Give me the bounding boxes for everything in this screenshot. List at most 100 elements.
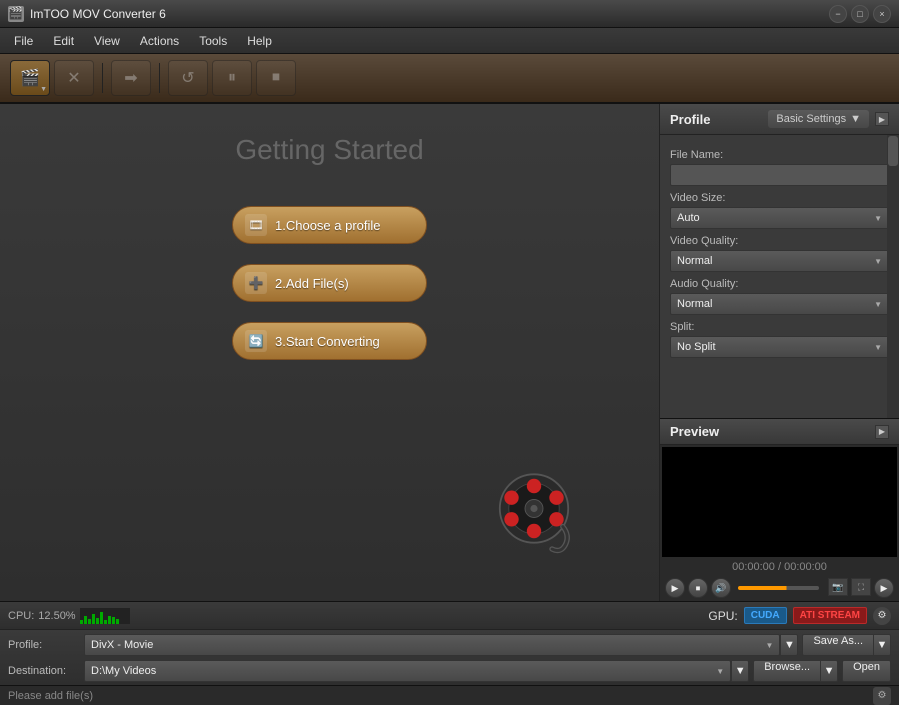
preview-time: 00:00:00 / 00:00:00: [660, 559, 899, 575]
restore-button[interactable]: □: [851, 5, 869, 23]
gpu-settings-button[interactable]: ⚙: [873, 607, 891, 625]
cpu-bar: [104, 620, 107, 624]
video-quality-arrow: ▼: [874, 257, 882, 266]
preview-panel: Preview ▶ 00:00:00 / 00:00:00 ▶ ⏹ 🔊 📷 ⛶ …: [660, 418, 899, 601]
file-name-input[interactable]: [670, 164, 889, 186]
right-panel: Profile Basic Settings ▼ ▶ File Name: Vi…: [659, 104, 899, 601]
menu-tools[interactable]: Tools: [189, 30, 237, 52]
stop-button[interactable]: ⏹: [256, 60, 296, 96]
audio-quality-value: Normal: [677, 298, 712, 310]
footer-settings-icon[interactable]: ⚙: [873, 687, 891, 705]
video-size-select[interactable]: Auto ▼: [670, 207, 889, 229]
browse-arrow-button[interactable]: ▼: [820, 660, 838, 682]
volume-button[interactable]: 🔊: [711, 578, 731, 598]
preview-screen: [662, 447, 897, 557]
audio-quality-label: Audio Quality:: [670, 278, 889, 290]
video-quality-value: Normal: [677, 255, 712, 267]
menu-view[interactable]: View: [84, 30, 130, 52]
add-files-button[interactable]: ➕ 2.Add File(s): [232, 264, 427, 302]
panel-scroll-up[interactable]: ▶: [875, 112, 889, 126]
menu-help[interactable]: Help: [237, 30, 282, 52]
fullscreen-button[interactable]: ⛶: [851, 578, 871, 596]
cpu-bar: [96, 618, 99, 624]
file-name-label: File Name:: [670, 149, 889, 161]
video-quality-select[interactable]: Normal ▼: [670, 250, 889, 272]
cpu-graph: [80, 608, 130, 624]
destination-select-arrow: ▼: [716, 667, 724, 676]
start-converting-label: 3.Start Converting: [275, 334, 380, 349]
screenshot-button[interactable]: 📷: [828, 578, 848, 596]
toolbar: 🎬▼ ✕ ➡ ↺ ⏸ ⏹: [0, 54, 899, 104]
ati-badge[interactable]: ATI STREAM: [793, 607, 867, 624]
split-arrow: ▼: [874, 343, 882, 352]
destination-label: Destination:: [8, 665, 78, 677]
cpu-bar: [92, 614, 95, 624]
save-as-group: Save As... ▼: [802, 634, 891, 656]
close-button[interactable]: ×: [873, 5, 891, 23]
film-reel-decoration: [489, 468, 579, 561]
main-content: Getting Started 🎞 1.Choose a profile ➕ 2…: [0, 104, 899, 601]
menu-actions[interactable]: Actions: [130, 30, 189, 52]
cpu-bar: [108, 616, 111, 624]
menu-edit[interactable]: Edit: [43, 30, 84, 52]
basic-settings-arrow: ▼: [850, 113, 861, 125]
add-files-icon: ➕: [245, 272, 267, 294]
basic-settings-button[interactable]: Basic Settings ▼: [768, 110, 869, 128]
volume-slider[interactable]: [738, 586, 819, 590]
pause-button[interactable]: ⏸: [212, 60, 252, 96]
status-bar: CPU: 12.50% GPU: CUDA ATI STREAM ⚙: [0, 601, 899, 629]
profile-select-value: DivX - Movie: [91, 639, 153, 651]
cpu-bars: [80, 612, 130, 624]
open-button[interactable]: Open: [842, 660, 891, 682]
audio-quality-select[interactable]: Normal ▼: [670, 293, 889, 315]
stop-ctrl-button[interactable]: ⏹: [688, 578, 708, 598]
menu-file[interactable]: File: [4, 30, 43, 52]
add-files-label: 2.Add File(s): [275, 276, 349, 291]
refresh-button[interactable]: ↺: [168, 60, 208, 96]
preview-header: Preview ▶: [660, 419, 899, 445]
video-size-value: Auto: [677, 212, 700, 224]
cpu-bar: [88, 619, 91, 624]
preview-controls: ▶ ⏹ 🔊 📷 ⛶ ▶: [660, 575, 899, 601]
preview-title: Preview: [670, 424, 875, 439]
choose-profile-button[interactable]: 🎞 1.Choose a profile: [232, 206, 427, 244]
basic-settings-label: Basic Settings: [776, 113, 846, 125]
play-button[interactable]: ▶: [665, 578, 685, 598]
start-converting-button[interactable]: 🔄 3.Start Converting: [232, 322, 427, 360]
destination-row: Destination: D:\My Videos ▼ ▼ Browse... …: [8, 660, 891, 682]
getting-started-text: Getting Started: [235, 134, 423, 166]
convert-button[interactable]: ➡: [111, 60, 151, 96]
split-select[interactable]: No Split ▼: [670, 336, 889, 358]
toolbar-separator-2: [159, 63, 160, 93]
save-as-arrow-button[interactable]: ▼: [873, 634, 891, 656]
settings-scrollbar[interactable]: [887, 135, 899, 418]
cpu-label: CPU:: [8, 610, 34, 622]
profile-select-arrow: ▼: [766, 641, 774, 650]
cpu-info: CPU: 12.50%: [8, 608, 130, 624]
cuda-badge[interactable]: CUDA: [744, 607, 787, 624]
cpu-bar: [100, 612, 103, 624]
add-button[interactable]: 🎬▼: [10, 60, 50, 96]
left-panel: Getting Started 🎞 1.Choose a profile ➕ 2…: [0, 104, 659, 601]
audio-quality-arrow: ▼: [874, 300, 882, 309]
save-as-button[interactable]: Save As...: [802, 634, 873, 656]
browse-button[interactable]: Browse...: [753, 660, 820, 682]
destination-select[interactable]: D:\My Videos ▼: [84, 660, 731, 682]
split-label: Split:: [670, 321, 889, 333]
app-icon: 🎬: [8, 6, 24, 22]
app-title: ImTOO MOV Converter 6: [30, 7, 825, 21]
cpu-bar: [80, 620, 83, 624]
more-button[interactable]: ▶: [874, 578, 894, 598]
start-converting-icon: 🔄: [245, 330, 267, 352]
remove-button[interactable]: ✕: [54, 60, 94, 96]
footer: Please add file(s) ⚙: [0, 685, 899, 705]
bottom-bar: Profile: DivX - Movie ▼ ▼ Save As... ▼ D…: [0, 629, 899, 685]
destination-value: D:\My Videos: [91, 665, 156, 677]
profile-select[interactable]: DivX - Movie ▼: [84, 634, 780, 656]
preview-expand-button[interactable]: ▶: [875, 425, 889, 439]
minimize-button[interactable]: −: [829, 5, 847, 23]
profile-header: Profile Basic Settings ▼ ▶: [660, 104, 899, 135]
profile-label: Profile:: [8, 639, 78, 651]
profile-dropdown-arrow[interactable]: ▼: [780, 634, 798, 656]
destination-dropdown-arrow[interactable]: ▼: [731, 660, 749, 682]
